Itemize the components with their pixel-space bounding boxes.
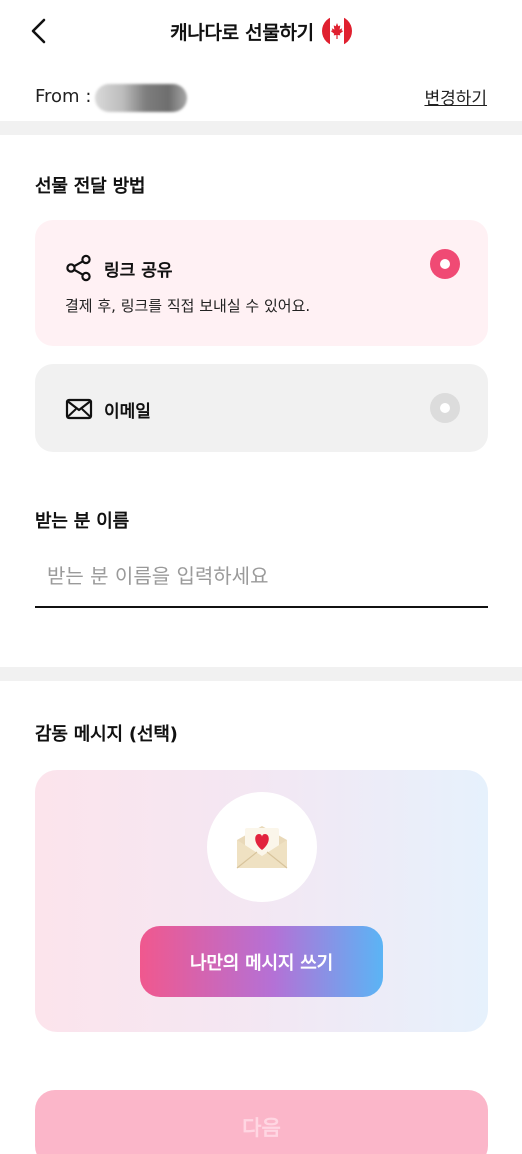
gift-to-canada-screen: 캐나다로 선물하기 From : 변경하기 선물 전달 방법 링크 공유 결제 …	[0, 0, 522, 1154]
sender-name-redacted	[95, 84, 187, 112]
section-divider	[0, 667, 522, 681]
link-share-radio[interactable]	[430, 249, 460, 279]
message-section-title: 감동 메시지 (선택)	[35, 724, 178, 745]
change-sender-link[interactable]: 변경하기	[424, 84, 487, 109]
recipient-name-title: 받는 분 이름	[35, 511, 129, 532]
title-wrap: 캐나다로 선물하기	[0, 16, 522, 46]
canada-flag-icon	[321, 16, 352, 46]
sender-row: From : 변경하기	[35, 82, 487, 114]
write-message-button[interactable]: 나만의 메시지 쓰기	[140, 926, 383, 997]
delivery-option-email[interactable]: 이메일	[35, 364, 488, 452]
link-share-description: 결제 후, 링크를 직접 보내실 수 있어요.	[65, 297, 311, 315]
recipient-name-input[interactable]	[35, 546, 488, 608]
delivery-method-title: 선물 전달 방법	[35, 176, 146, 197]
header: 캐나다로 선물하기	[0, 0, 522, 64]
mail-icon	[65, 398, 93, 420]
delivery-option-link-share[interactable]: 링크 공유 결제 후, 링크를 직접 보내실 수 있어요.	[35, 220, 488, 346]
message-card: 나만의 메시지 쓰기	[35, 770, 488, 1032]
email-label: 이메일	[104, 402, 151, 422]
next-button[interactable]: 다음	[35, 1090, 488, 1154]
love-letter-icon	[236, 826, 288, 869]
section-divider	[0, 121, 522, 135]
share-icon	[66, 254, 91, 282]
from-label: From :	[35, 86, 92, 107]
envelope-circle	[207, 792, 317, 902]
page-title: 캐나다로 선물하기	[170, 21, 314, 44]
email-radio[interactable]	[430, 393, 460, 423]
link-share-label: 링크 공유	[104, 261, 173, 281]
